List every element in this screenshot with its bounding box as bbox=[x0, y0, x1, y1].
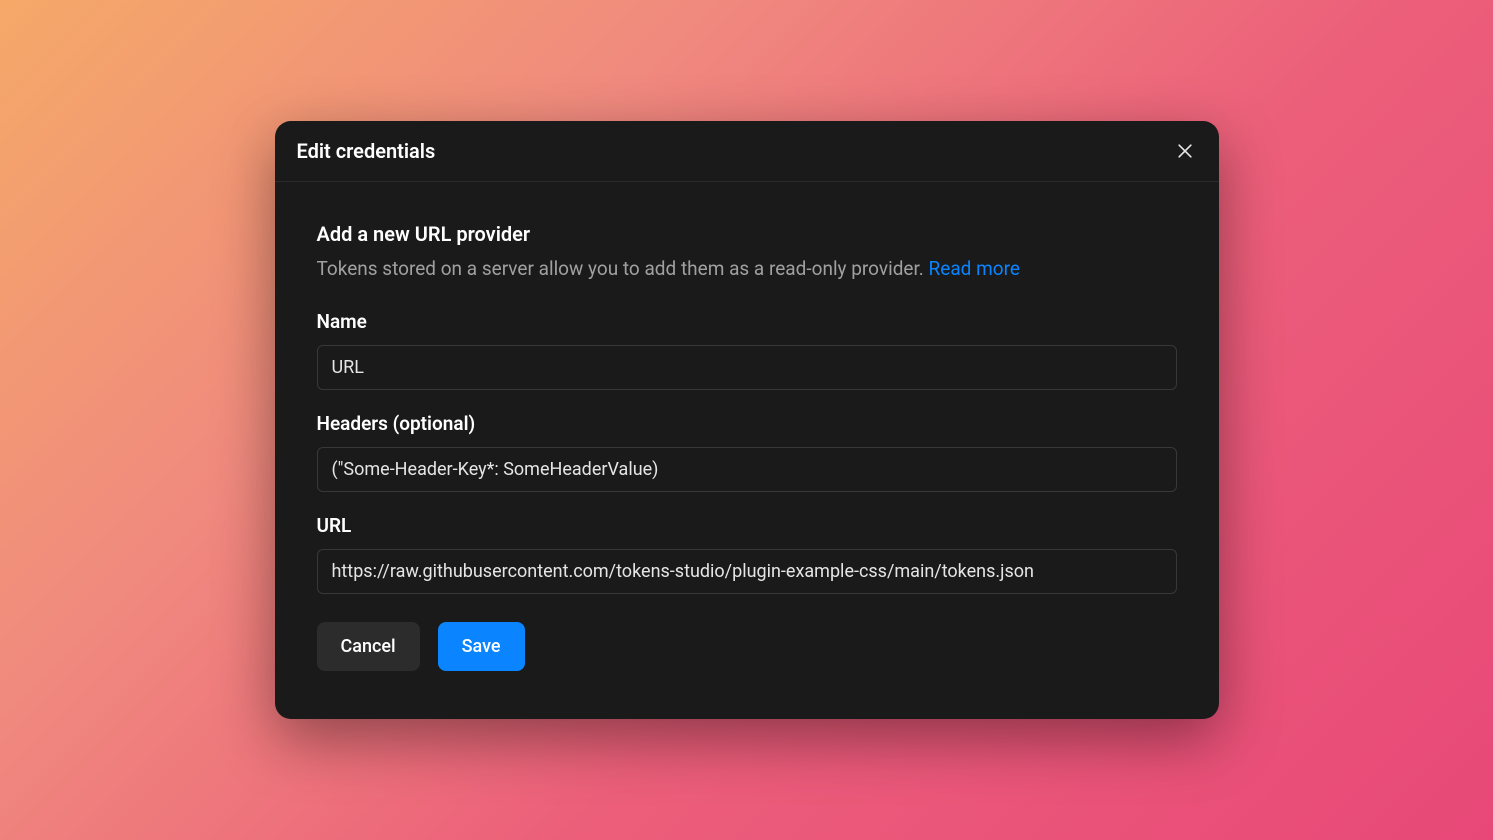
headers-field-group: Headers (optional) bbox=[317, 412, 1177, 492]
save-button[interactable]: Save bbox=[438, 622, 525, 671]
cancel-button[interactable]: Cancel bbox=[317, 622, 420, 671]
edit-credentials-modal: Edit credentials Add a new URL provider … bbox=[275, 121, 1219, 720]
headers-label: Headers (optional) bbox=[317, 412, 1177, 435]
url-field-group: URL bbox=[317, 514, 1177, 594]
description-text: Tokens stored on a server allow you to a… bbox=[317, 257, 929, 280]
name-input[interactable] bbox=[317, 345, 1177, 390]
name-field-group: Name bbox=[317, 310, 1177, 390]
name-label: Name bbox=[317, 310, 1177, 333]
url-input[interactable] bbox=[317, 549, 1177, 594]
modal-title: Edit credentials bbox=[297, 139, 436, 163]
section-title: Add a new URL provider bbox=[317, 222, 1177, 246]
close-button[interactable] bbox=[1173, 139, 1197, 163]
headers-input[interactable] bbox=[317, 447, 1177, 492]
modal-header: Edit credentials bbox=[275, 121, 1219, 182]
modal-body: Add a new URL provider Tokens stored on … bbox=[275, 182, 1219, 720]
url-label: URL bbox=[317, 514, 1177, 537]
section-description: Tokens stored on a server allow you to a… bbox=[317, 256, 1177, 283]
close-icon bbox=[1175, 141, 1195, 161]
read-more-link[interactable]: Read more bbox=[929, 257, 1020, 280]
button-row: Cancel Save bbox=[317, 622, 1177, 671]
